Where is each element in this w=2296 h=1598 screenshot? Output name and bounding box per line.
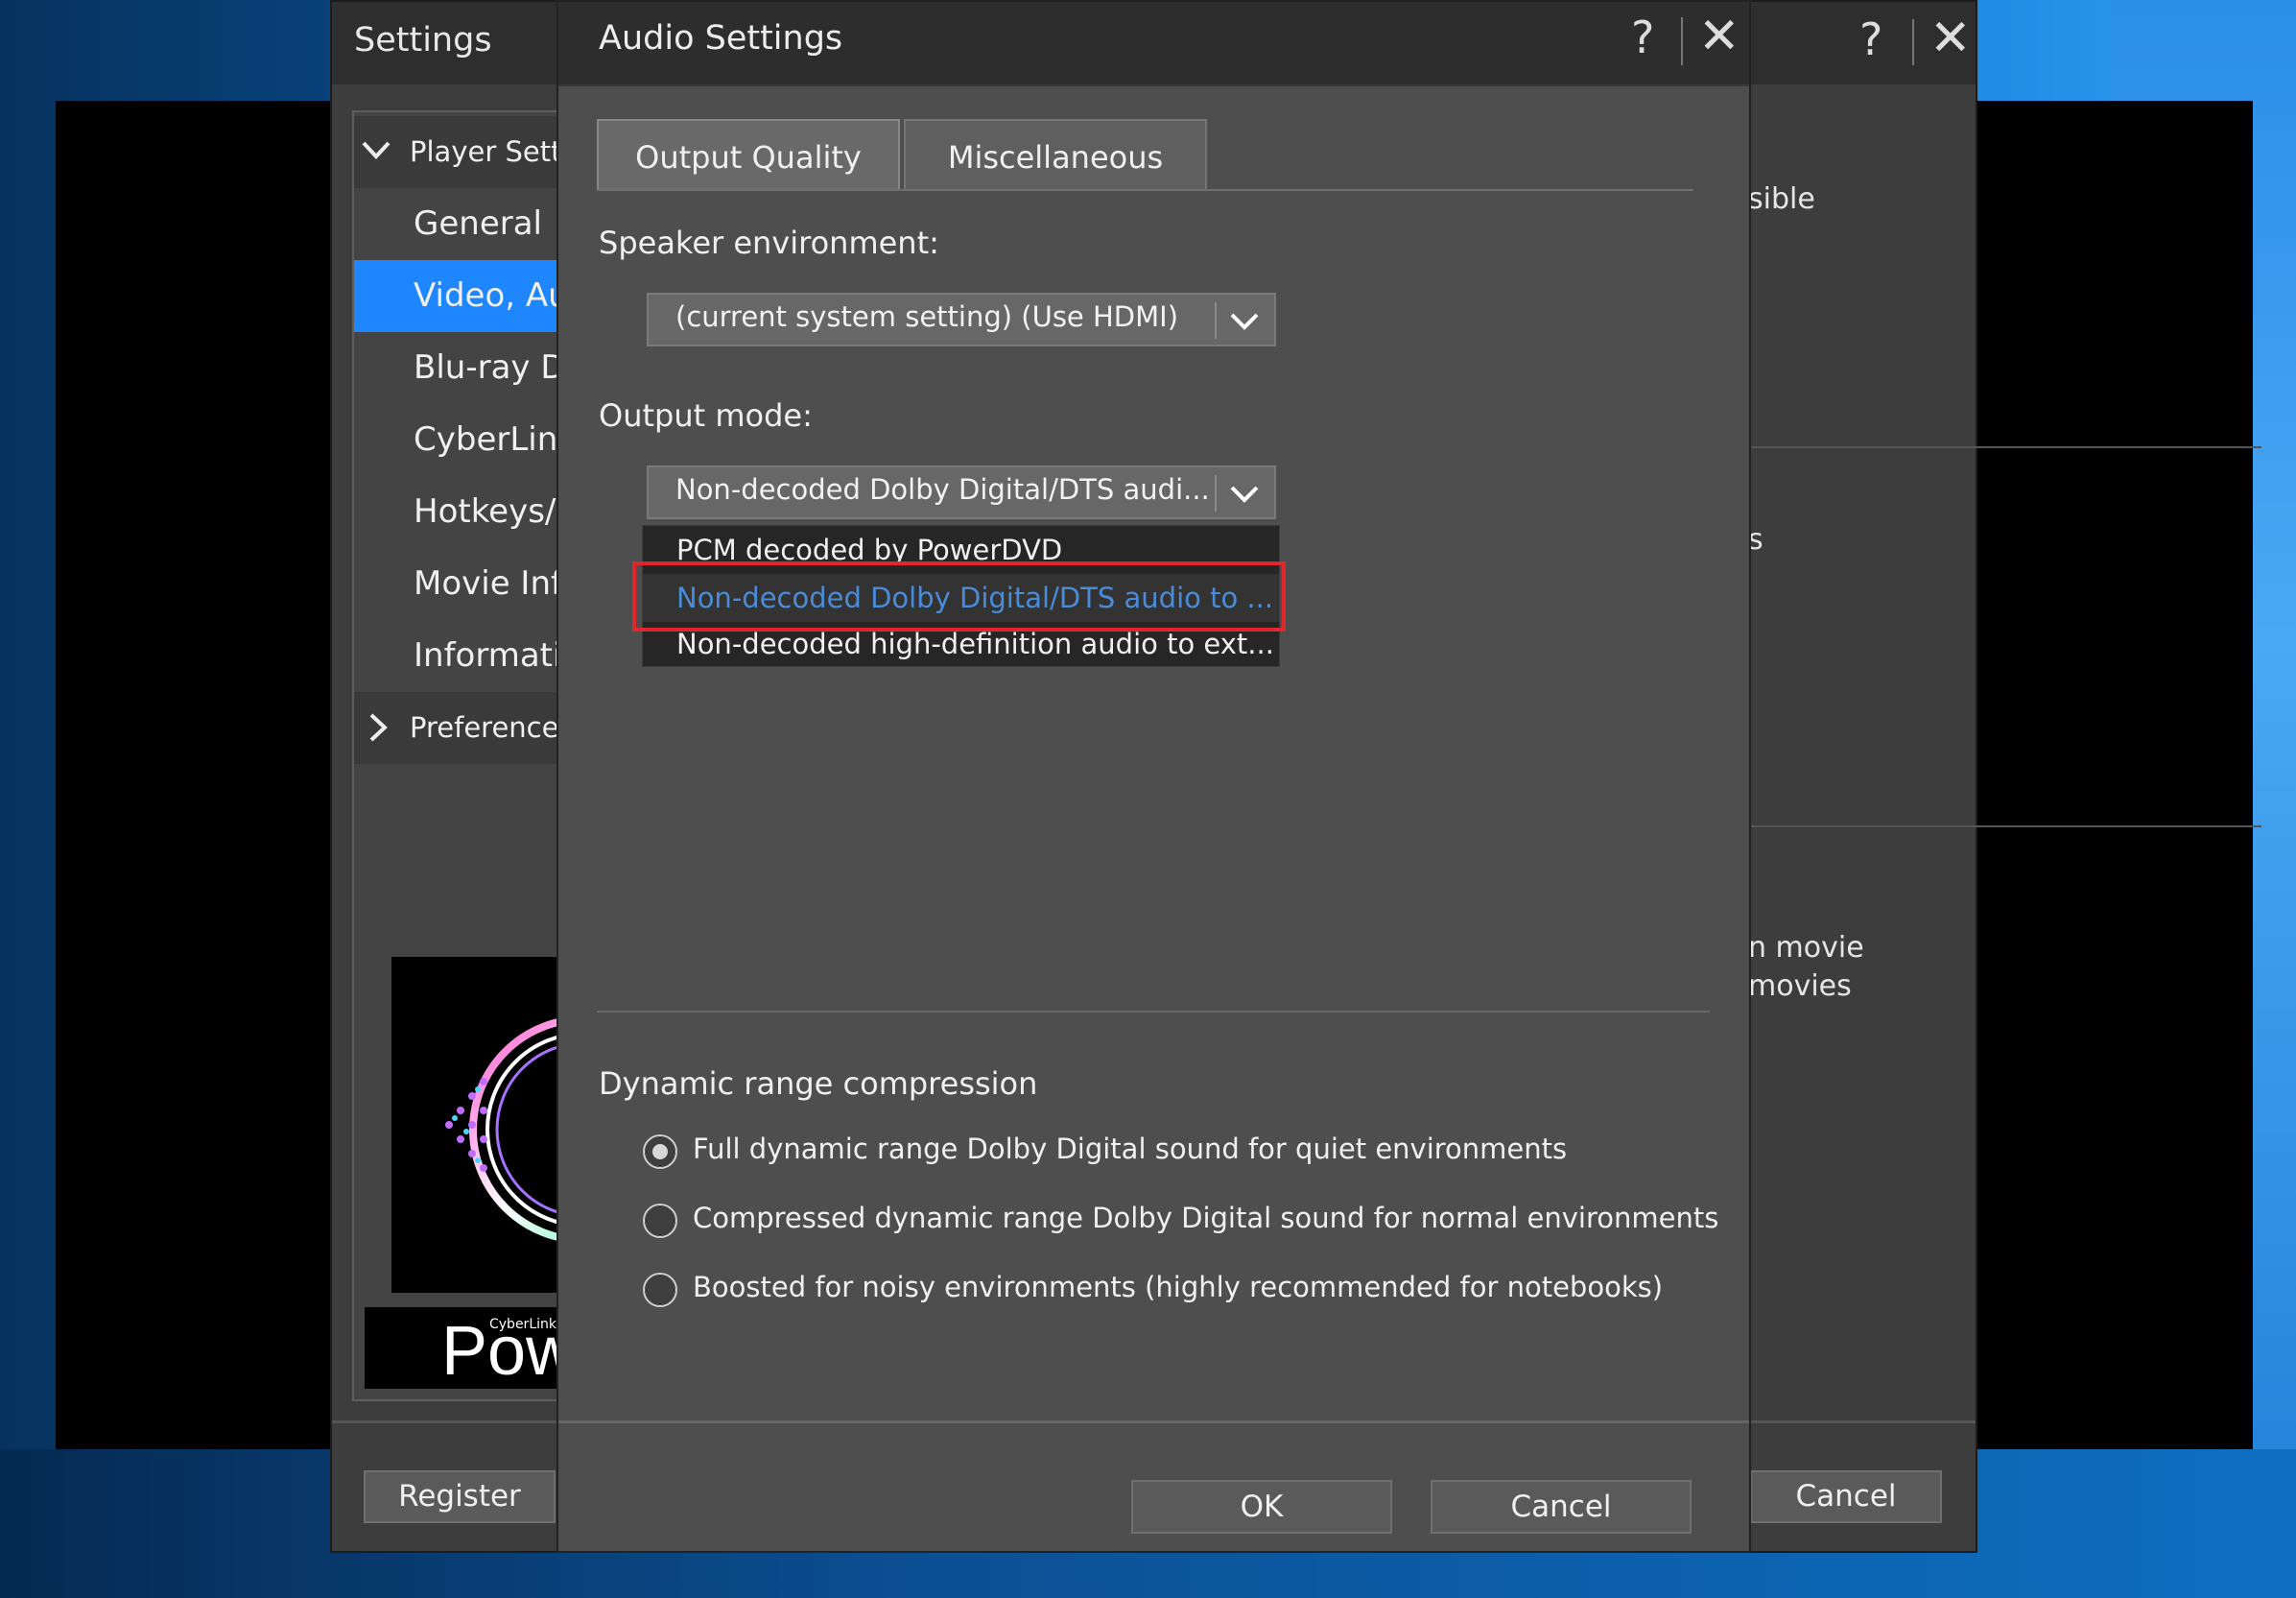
tree-item-label: Informatic [414, 636, 580, 675]
radio-button[interactable] [643, 1273, 677, 1307]
radio-label: Boosted for noisy environments (highly r… [693, 1271, 1664, 1303]
audio-titlebar: Audio Settings ? ✕ [558, 2, 1749, 86]
banner-text: Pow [441, 1313, 556, 1389]
tree-item-label: Player Setti [410, 135, 570, 168]
tree-item-label: CyberLink [414, 420, 577, 459]
radio-button[interactable] [643, 1134, 677, 1169]
select-value: Non-decoded Dolby Digital/DTS audi... [675, 473, 1210, 506]
tree-item-label: Hotkeys/I [414, 492, 566, 531]
chevron-down-icon [1230, 486, 1259, 503]
product-logo-image [391, 957, 564, 1293]
speaker-environment-select[interactable]: (current system setting) (Use HDMI) [647, 293, 1276, 346]
chevron-down-icon [362, 141, 391, 159]
cancel-button[interactable]: Cancel [1431, 1480, 1692, 1534]
annotation-highlight-box [632, 561, 1286, 632]
settings-peek-text: n movie [1748, 931, 1864, 965]
tab-output-quality[interactable]: Output Quality [597, 119, 900, 190]
tree-item-label: Preferences [410, 711, 574, 744]
divider [1748, 446, 2261, 448]
chevron-right-icon [369, 713, 388, 742]
radio-button[interactable] [643, 1204, 677, 1238]
close-icon[interactable]: ✕ [1698, 8, 1740, 65]
output-mode-label: Output mode: [599, 397, 813, 434]
radio-label: Full dynamic range Dolby Digital sound f… [693, 1133, 1568, 1165]
tab-underline [597, 189, 1693, 191]
divider [558, 1420, 1749, 1423]
radio-label: Compressed dynamic range Dolby Digital s… [693, 1202, 1719, 1234]
tree-item-label: Video, Au [414, 276, 569, 315]
audio-settings-dialog: Audio Settings ? ✕ Output Quality Miscel… [556, 0, 1751, 1553]
speaker-environment-label: Speaker environment: [599, 225, 939, 261]
select-divider [1215, 475, 1217, 512]
help-icon[interactable]: ? [1859, 13, 1882, 65]
select-divider [1215, 302, 1217, 339]
product-banner: CyberLink Pow [365, 1307, 556, 1389]
dialog-title: Audio Settings [599, 19, 843, 58]
settings-peek-text: sible [1748, 182, 1815, 216]
close-icon[interactable]: ✕ [1929, 10, 1972, 67]
radio-dot [652, 1144, 668, 1159]
chevron-down-icon [1230, 313, 1259, 330]
ok-button[interactable]: OK [1131, 1480, 1392, 1534]
settings-title: Settings [354, 21, 492, 60]
settings-peek-text: movies [1748, 969, 1852, 1003]
tree-item-label: General [414, 204, 542, 243]
divider [1748, 825, 2261, 827]
drc-label: Dynamic range compression [599, 1065, 1038, 1102]
settings-cancel-button[interactable]: Cancel [1750, 1470, 1942, 1523]
titlebar-divider [1912, 19, 1914, 65]
register-button[interactable]: Register [364, 1470, 556, 1523]
tree-item-label: Movie Inf [414, 564, 562, 603]
select-value: (current system setting) (Use HDMI) [675, 300, 1179, 333]
titlebar-divider [1681, 17, 1683, 65]
tab-miscellaneous[interactable]: Miscellaneous [904, 119, 1207, 190]
divider [597, 1011, 1710, 1013]
help-icon[interactable]: ? [1631, 12, 1654, 63]
tree-item-label: Blu-ray D [414, 348, 566, 387]
output-mode-select[interactable]: Non-decoded Dolby Digital/DTS audi... [647, 465, 1276, 519]
